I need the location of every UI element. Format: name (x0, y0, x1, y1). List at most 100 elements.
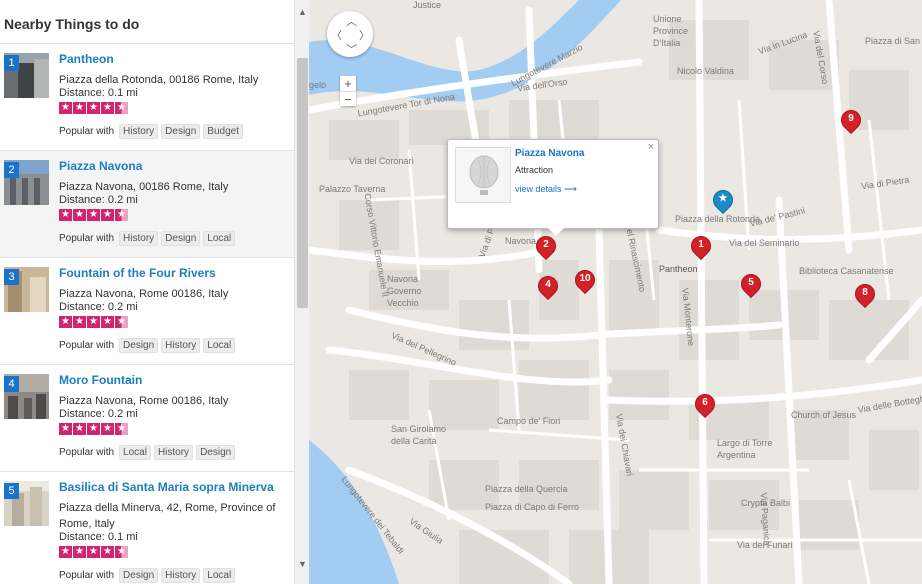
tag-history[interactable]: History (153, 445, 194, 460)
map-label: Governo (387, 286, 422, 296)
attraction-title[interactable]: Pantheon (59, 52, 114, 66)
map-marker-8[interactable]: 8 (850, 279, 880, 312)
tag-design[interactable]: Design (196, 445, 236, 460)
map-label: Largo di Torre (717, 438, 773, 448)
map-marker-10[interactable]: 10 (570, 265, 600, 298)
attraction-title[interactable]: Moro Fountain (59, 373, 142, 387)
list-item[interactable]: 2 Piazza Navona Piazza Navona, 00186 Rom… (0, 151, 294, 258)
half-star-icon: ★ (115, 209, 128, 221)
map-label: Church of Jesus (791, 410, 857, 420)
star-icon: ★ (59, 423, 72, 435)
scrollbar-thumb[interactable] (297, 58, 308, 308)
pan-left-icon[interactable]: 〈 (331, 27, 342, 43)
item-number: 4 (4, 376, 19, 392)
map-label: Piazza di San Silvestro (865, 36, 922, 46)
map-label: Via dei Coronari (349, 156, 414, 166)
star-icon: ★ (87, 423, 100, 435)
map-marker-1[interactable]: 1 (686, 231, 716, 264)
half-star-icon: ★ (115, 102, 128, 114)
rating-stars: ★ ★ ★ ★ ★ (59, 316, 128, 328)
star-icon: ★ (73, 546, 86, 558)
tag-history[interactable]: History (119, 124, 159, 139)
attraction-address: Piazza Navona, Rome 00186, Italy (59, 395, 229, 407)
map-marker-5[interactable]: 5 (736, 269, 766, 302)
popup-title[interactable]: Piazza Navona (515, 148, 584, 159)
tag-local[interactable]: Local (203, 338, 236, 353)
attraction-thumbnail[interactable]: 2 (4, 160, 49, 205)
current-location-marker[interactable]: ★ (708, 185, 738, 218)
scroll-up-icon[interactable]: ▲ (295, 4, 309, 20)
pan-down-icon[interactable]: ﹀ (346, 41, 357, 57)
list-item[interactable]: 1 Pantheon Piazza della Rotonda, 00186 R… (0, 44, 294, 151)
attraction-address: Piazza Navona, Rome 00186, Italy (59, 288, 229, 300)
attraction-title[interactable]: Fountain of the Four Rivers (59, 266, 216, 280)
pan-right-icon[interactable]: 〉 (359, 27, 370, 43)
map-label: Biblioteca Casanatense (799, 266, 894, 276)
map-marker-9[interactable]: 9 (836, 105, 866, 138)
pan-up-icon[interactable]: ︿ (346, 13, 357, 29)
map-label: Pantheon (659, 264, 698, 274)
popular-with: Popular with Design History Local (59, 568, 236, 583)
attraction-title[interactable]: Piazza Navona (59, 159, 142, 173)
tag-local[interactable]: Local (203, 231, 236, 246)
map-marker-4[interactable]: 4 (533, 271, 563, 304)
map-label: Piazza della Quercia (485, 484, 568, 494)
half-star-icon: ★ (115, 423, 128, 435)
list-item[interactable]: 4 Moro Fountain Piazza Navona, Rome 0018… (0, 365, 294, 472)
pan-control[interactable]: ︿ ﹀ 〈 〉 (327, 11, 373, 57)
popular-with: Popular with Design History Local (59, 338, 236, 353)
attraction-title[interactable]: Basilica di Santa Maria sopra Minerva (59, 480, 274, 494)
popular-with: Popular with Local History Design (59, 445, 236, 460)
tag-local[interactable]: Local (119, 445, 151, 460)
popular-with: Popular with History Design Budget (59, 124, 243, 139)
zoom-out-button[interactable]: − (340, 91, 356, 107)
panel-scrollbar[interactable]: ▲ ▼ (294, 0, 309, 584)
attraction-address: Piazza della Rotonda, 00186 Rome, Italy (59, 74, 259, 86)
scroll-down-icon[interactable]: ▼ (295, 556, 309, 572)
star-icon: ★ (59, 546, 72, 558)
popular-with-label: Popular with (59, 570, 115, 581)
tag-local[interactable]: Local (203, 568, 236, 583)
star-icon: ★ (73, 316, 86, 328)
map-view[interactable]: Justice Lungotevere Marzio Unione Provin… (309, 0, 922, 584)
list-item[interactable]: 5 Basilica di Santa Maria sopra Minerva … (0, 472, 294, 584)
list-item[interactable]: 3 Fountain of the Four Rivers Piazza Nav… (0, 258, 294, 365)
zoom-in-button[interactable]: + (340, 76, 356, 91)
tag-design[interactable]: Design (161, 124, 201, 139)
attraction-thumbnail[interactable]: 1 (4, 53, 49, 98)
tag-history[interactable]: History (161, 568, 201, 583)
rating-stars: ★ ★ ★ ★ ★ (59, 546, 128, 558)
close-icon[interactable]: × (648, 141, 654, 153)
tag-design[interactable]: Design (119, 568, 159, 583)
map-label: Via del Seminario (729, 238, 800, 248)
tag-design[interactable]: Design (161, 231, 201, 246)
map-label: D'Italia (653, 38, 681, 48)
tag-budget[interactable]: Budget (203, 124, 243, 139)
map-marker-6[interactable]: 6 (690, 389, 720, 422)
rating-stars: ★ ★ ★ ★ ★ (59, 209, 128, 221)
tag-history[interactable]: History (161, 338, 201, 353)
view-details-link[interactable]: view details ⟶ (515, 184, 577, 195)
star-icon: ★ (87, 316, 100, 328)
tag-design[interactable]: Design (119, 338, 159, 353)
attraction-thumbnail[interactable]: 5 (4, 481, 49, 526)
half-star-icon: ★ (115, 316, 128, 328)
tag-history[interactable]: History (119, 231, 159, 246)
map-label: Navona (505, 236, 537, 246)
star-icon: ★ (73, 102, 86, 114)
item-number: 1 (4, 55, 19, 71)
attraction-distance: Distance: 0.1 mi (59, 531, 138, 543)
star-icon: ★ (87, 546, 100, 558)
attraction-thumbnail[interactable]: 4 (4, 374, 49, 419)
star-icon: ★ (73, 209, 86, 221)
map-label: Campo de' Fiori (497, 416, 561, 426)
map-label: Unione (653, 14, 682, 24)
star-icon: ★ (718, 193, 728, 204)
attraction-thumbnail[interactable]: 3 (4, 267, 49, 312)
map-label: San Girolamo (391, 424, 447, 434)
star-icon: ★ (101, 423, 114, 435)
map-label: Piazza di Capo di Ferro (485, 502, 580, 512)
popular-with-label: Popular with (59, 233, 115, 244)
map-label: gelo (309, 80, 327, 90)
map-marker-2[interactable]: 2 (531, 231, 561, 264)
